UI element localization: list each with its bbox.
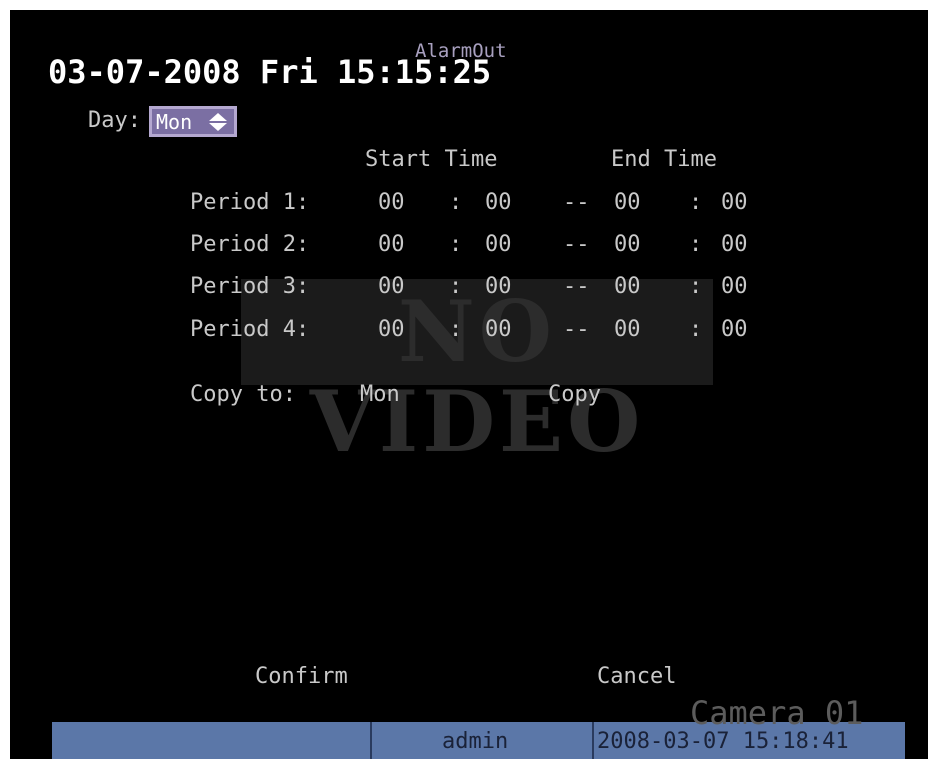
- colon-separator: :: [689, 274, 703, 299]
- up-down-arrow-icon: [209, 113, 227, 131]
- start-minute-field[interactable]: 00: [485, 232, 512, 258]
- colon-separator: :: [689, 317, 703, 342]
- colon-separator: :: [689, 190, 703, 215]
- status-segment-user: admin: [372, 722, 594, 759]
- colon-separator: :: [689, 232, 703, 257]
- status-user: admin: [442, 729, 509, 754]
- copy-day-select[interactable]: Mon: [360, 382, 400, 408]
- no-video-overlay: NO VIDEO: [241, 279, 713, 467]
- start-hour-field[interactable]: 00: [378, 190, 405, 216]
- period-label: Period 3:: [190, 274, 310, 299]
- colon-separator: :: [449, 190, 463, 215]
- end-time-header: End Time: [611, 147, 717, 172]
- dash-separator: --: [563, 274, 590, 299]
- status-segment-empty: [52, 722, 372, 759]
- end-minute-field[interactable]: 00: [721, 190, 748, 216]
- period-label: Period 2:: [190, 232, 310, 257]
- dash-separator: --: [563, 317, 590, 342]
- dvr-screen: NO VIDEO AlarmOut 03-07-2008 Fri 15:15:2…: [10, 10, 928, 759]
- period-label: Period 4:: [190, 317, 310, 342]
- copy-button[interactable]: Copy: [548, 382, 601, 408]
- end-hour-field[interactable]: 00: [614, 232, 641, 258]
- start-minute-field[interactable]: 00: [485, 190, 512, 216]
- start-minute-field[interactable]: 00: [485, 274, 512, 300]
- end-minute-field[interactable]: 00: [721, 317, 748, 343]
- end-hour-field[interactable]: 00: [614, 317, 641, 343]
- osd-datetime: 03-07-2008 Fri 15:15:25: [48, 53, 492, 91]
- end-hour-field[interactable]: 00: [614, 274, 641, 300]
- end-minute-field[interactable]: 00: [721, 274, 748, 300]
- dash-separator: --: [563, 232, 590, 257]
- start-hour-field[interactable]: 00: [378, 317, 405, 343]
- no-video-text: NO VIDEO: [309, 282, 645, 471]
- colon-separator: :: [449, 317, 463, 342]
- cancel-button[interactable]: Cancel: [597, 664, 676, 690]
- colon-separator: :: [449, 232, 463, 257]
- dash-separator: --: [563, 190, 590, 215]
- start-hour-field[interactable]: 00: [378, 274, 405, 300]
- start-minute-field[interactable]: 00: [485, 317, 512, 343]
- end-minute-field[interactable]: 00: [721, 232, 748, 258]
- day-label: Day:: [88, 108, 141, 133]
- status-datetime: 2008-03-07 15:18:41: [597, 729, 849, 754]
- end-hour-field[interactable]: 00: [614, 190, 641, 216]
- period-label: Period 1:: [190, 190, 310, 215]
- confirm-button[interactable]: Confirm: [255, 664, 348, 690]
- start-time-header: Start Time: [365, 147, 498, 172]
- day-select-value: Mon: [156, 110, 193, 134]
- copy-to-label: Copy to:: [190, 382, 296, 407]
- start-hour-field[interactable]: 00: [378, 232, 405, 258]
- camera-label: Camera 01: [690, 694, 864, 732]
- colon-separator: :: [449, 274, 463, 299]
- day-select[interactable]: Mon: [149, 106, 237, 137]
